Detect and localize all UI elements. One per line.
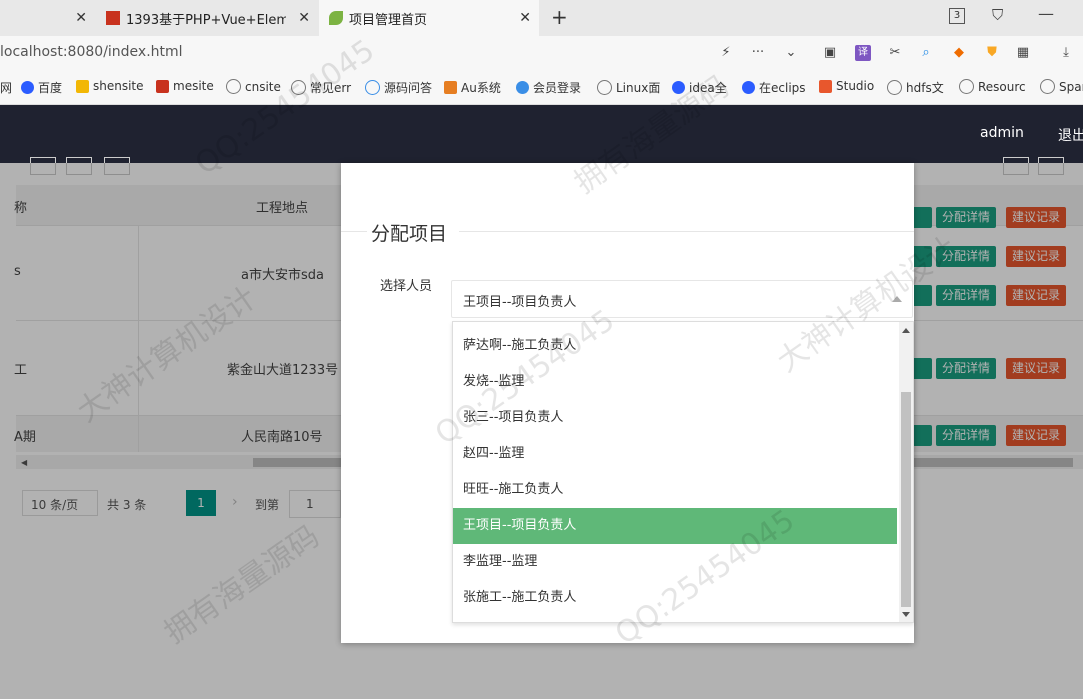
bookmark-item[interactable]: hdfs文 xyxy=(887,79,944,96)
bookmark-item[interactable]: cnsite xyxy=(226,79,281,94)
bookmark-label: 在eclips xyxy=(759,81,806,95)
bookmark-label: idea全 xyxy=(689,81,727,95)
dropdown-option[interactable]: 发烧--监理 xyxy=(453,364,897,400)
bookmark-label: Resourc xyxy=(978,79,1026,94)
bookmark-label: 源码问答 xyxy=(384,81,433,95)
dropdown-option[interactable]: 旺旺--施工负责人 xyxy=(453,472,897,508)
scissors-icon[interactable]: ✂ xyxy=(887,45,903,61)
bookmark-item[interactable]: 百度 xyxy=(21,79,62,96)
globe-icon xyxy=(226,79,241,94)
bookmark-item[interactable]: 网 xyxy=(0,79,12,96)
globe-icon xyxy=(959,79,974,94)
baidu-icon xyxy=(672,81,685,94)
shield-icon[interactable]: ⛊ xyxy=(984,45,1000,61)
new-tab-button[interactable]: + xyxy=(551,5,568,29)
address-bar: localhost:8080/index.html ⚡ ··· ⌄ ▣ 译 ✂ … xyxy=(0,36,1083,70)
minimize-icon[interactable]: — xyxy=(1038,4,1054,23)
dropdown-scrollbar[interactable] xyxy=(899,322,913,622)
dropdown-option[interactable]: 赵四--监理 xyxy=(453,436,897,472)
download-icon[interactable]: ⤓ xyxy=(1058,45,1074,61)
tab-label: 1393基于PHP+Vue+Element xyxy=(126,12,286,28)
bookmark-item[interactable]: mesite xyxy=(156,79,214,93)
bookmark-label: shensite xyxy=(93,79,144,93)
logout-link[interactable]: 退出 xyxy=(1058,125,1083,145)
globe-icon xyxy=(887,80,902,95)
scroll-up-icon[interactable] xyxy=(902,328,910,333)
browser-tab-active[interactable]: 项目管理首页 ✕ xyxy=(319,0,539,36)
site-favicon-icon xyxy=(106,11,120,25)
bookmark-item[interactable]: Resourc xyxy=(959,79,1026,94)
more-icon[interactable]: ··· xyxy=(750,45,766,61)
close-tab-icon[interactable]: ✕ xyxy=(75,10,87,26)
extension-icon[interactable]: ▣ xyxy=(822,45,838,61)
bookmark-label: hdfs文 xyxy=(906,81,944,95)
lightning-icon[interactable]: ⚡ xyxy=(718,45,734,61)
bookmark-item[interactable]: 会员登录 xyxy=(516,79,581,96)
bookmark-item[interactable]: Spar xyxy=(1040,79,1083,94)
bookmark-item[interactable]: 源码问答 xyxy=(365,79,432,96)
shirt-icon[interactable]: ⛉ xyxy=(992,6,1003,24)
bookmark-icon xyxy=(819,79,832,93)
bookmark-label: 会员登录 xyxy=(533,81,582,95)
person-select[interactable]: 王项目--项目负责人 xyxy=(451,280,913,318)
browser-tab[interactable]: 1393基于PHP+Vue+Element ✕ xyxy=(96,0,318,36)
tab-count-icon[interactable]: 3 xyxy=(949,8,965,24)
search-icon[interactable]: ⌕ xyxy=(918,45,934,61)
baidu-icon xyxy=(21,81,34,94)
close-tab-icon[interactable]: ✕ xyxy=(298,10,310,26)
leaf-favicon-icon xyxy=(329,11,343,25)
bookmark-label: Au系统 xyxy=(461,81,501,95)
browser-tab-bar: ✕ 1393基于PHP+Vue+Element ✕ 项目管理首页 ✕ + 3 ⛉… xyxy=(0,0,1083,36)
bookmarks-bar: 网 百度 shensite mesite cnsite 常见err 源码问答 A… xyxy=(0,70,1083,105)
bookmark-item[interactable]: Au系统 xyxy=(444,79,501,96)
apps-grid-icon[interactable]: ▦ xyxy=(1015,45,1031,61)
bookmark-label: 常见err xyxy=(310,81,352,95)
chevron-up-icon[interactable] xyxy=(892,296,902,302)
cloud-icon xyxy=(516,81,529,94)
scroll-down-icon[interactable] xyxy=(902,612,910,617)
modal-title: 分配项目 xyxy=(371,223,448,245)
bookmark-icon xyxy=(365,80,380,95)
tab-label: 项目管理首页 xyxy=(349,12,428,28)
user-name[interactable]: admin xyxy=(980,125,1024,141)
person-select-value: 王项目--项目负责人 xyxy=(463,295,577,310)
browser-tab[interactable]: ✕ xyxy=(0,0,95,36)
bookmark-item[interactable]: 常见err xyxy=(291,79,351,96)
dropdown-option-selected[interactable]: 王项目--项目负责人 xyxy=(453,508,897,544)
bookmark-item[interactable]: Linux面 xyxy=(597,79,660,96)
bookmark-label: cnsite xyxy=(245,79,281,94)
dropdown-option[interactable]: 张三--项目负责人 xyxy=(453,400,897,436)
bookmark-label: Linux面 xyxy=(616,81,661,95)
game-icon[interactable]: ◆ xyxy=(951,45,967,61)
bookmark-label: 网 xyxy=(0,81,13,95)
chevron-down-icon[interactable]: ⌄ xyxy=(783,45,799,61)
bookmark-icon xyxy=(444,81,457,94)
dropdown-option[interactable]: 张施工--施工负责人 xyxy=(453,580,897,616)
select-person-label: 选择人员 xyxy=(380,279,433,294)
bookmark-label: Studio xyxy=(836,79,875,93)
close-tab-icon[interactable]: ✕ xyxy=(519,10,531,26)
bookmark-label: Spar xyxy=(1059,79,1083,94)
bookmark-label: mesite xyxy=(173,79,214,93)
translate-icon[interactable]: 译 xyxy=(855,45,871,61)
person-dropdown-list: 萨达啊--施工负责人 发烧--监理 张三--项目负责人 赵四--监理 旺旺--施… xyxy=(452,321,914,623)
url-field[interactable]: localhost:8080/index.html xyxy=(0,44,183,60)
scrollbar-thumb[interactable] xyxy=(901,392,911,607)
bookmark-label: 百度 xyxy=(38,81,63,95)
globe-icon xyxy=(597,80,612,95)
bookmark-item[interactable]: 在eclips xyxy=(742,79,806,96)
bookmark-icon xyxy=(76,79,89,93)
dropdown-option[interactable]: 李监理--监理 xyxy=(453,544,897,580)
baidu-icon xyxy=(742,81,755,94)
bookmark-item[interactable]: Studio xyxy=(819,79,874,93)
bookmark-item[interactable]: shensite xyxy=(76,79,144,93)
bookmark-item[interactable]: idea全 xyxy=(672,79,727,96)
bookmark-icon xyxy=(156,79,169,93)
dropdown-option[interactable]: 萨达啊--施工负责人 xyxy=(453,328,897,364)
globe-icon xyxy=(291,80,306,95)
globe-icon xyxy=(1040,79,1055,94)
app-header: admin 退出 xyxy=(0,105,1083,163)
